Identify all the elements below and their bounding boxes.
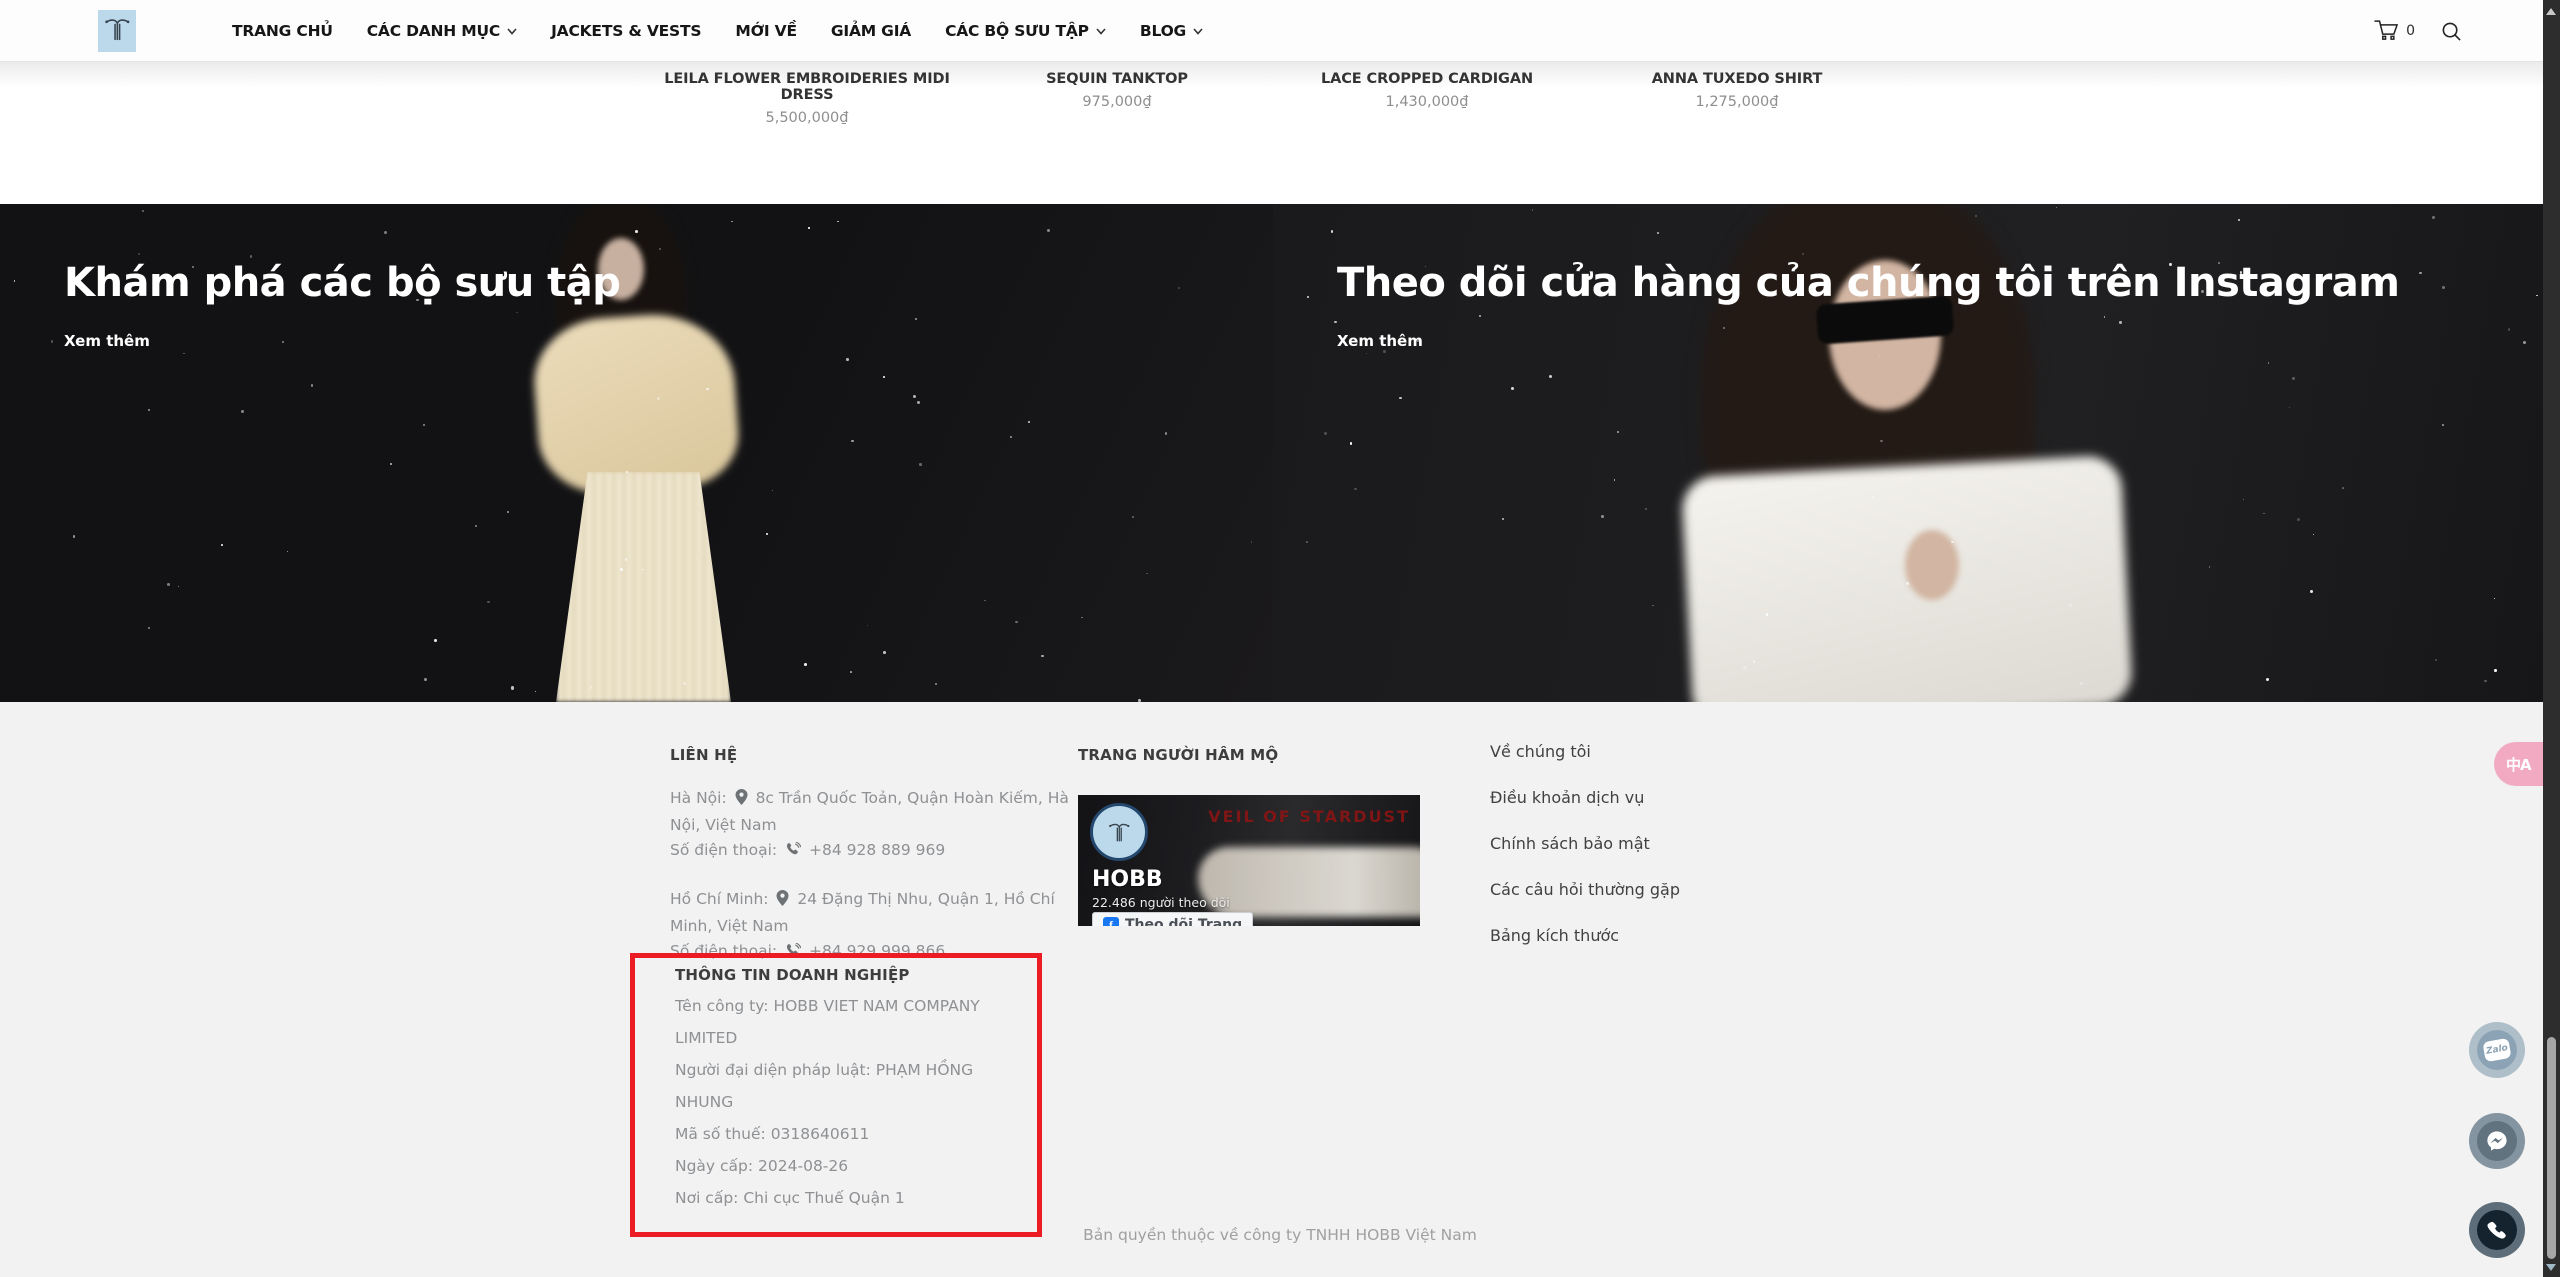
fanpage-name: HOBB	[1092, 867, 1163, 892]
phone-call-button[interactable]	[2469, 1202, 2525, 1258]
product-name-link[interactable]: LACE CROPPED CARDIGAN	[1272, 71, 1582, 87]
footer-contact-column: LIÊN HỆ Hà Nội: 8c Trần Quốc Toản, Quận …	[670, 746, 1070, 966]
fanpage-cover-text: VEIL OF STARDUST	[1208, 807, 1410, 826]
chevron-down-icon	[1193, 28, 1203, 35]
banner-title: Khám phá các bộ sưu tập	[64, 260, 620, 306]
see-more-link[interactable]: Xem thêm	[64, 332, 150, 350]
header: TRANG CHỦ CÁC DANH MỤC JACKETS & VESTS M…	[0, 0, 2560, 62]
business-info-box: THÔNG TIN DOANH NGHIỆP Tên công ty: HOBB…	[630, 953, 1042, 1237]
fanpage-followers: 22.486 người theo dõi	[1092, 895, 1230, 910]
page: TRANG CHỦ CÁC DANH MỤC JACKETS & VESTS M…	[0, 0, 2560, 1277]
product-price: 1,275,000₫	[1582, 94, 1892, 110]
messenger-chat-button[interactable]	[2469, 1113, 2525, 1169]
product-price: 5,500,000₫	[652, 110, 962, 126]
translate-icon: 中A	[2506, 754, 2531, 775]
follow-page-button[interactable]: f Theo dõi Trang	[1092, 912, 1253, 926]
scrollbar-down-arrow[interactable]	[2546, 1264, 2556, 1271]
product-strip: LEILA FLOWER EMBROIDERIES MIDI DRESS 5,5…	[0, 62, 2560, 204]
product-price: 975,000₫	[962, 94, 1272, 110]
fanpage-avatar	[1090, 803, 1148, 861]
nav-item-moi-ve[interactable]: MỚI VỀ	[735, 22, 797, 40]
search-button[interactable]	[2441, 21, 2462, 42]
product-price: 1,430,000₫	[1272, 94, 1582, 110]
link-terms-of-service[interactable]: Điều khoản dịch vụ	[1490, 788, 1680, 807]
header-actions: 0	[2373, 0, 2462, 62]
business-tax-code: Mã số thuế: 0318640611	[675, 1118, 1031, 1150]
nav-item-cac-danh-muc[interactable]: CÁC DANH MỤC	[367, 22, 517, 40]
product-card: LACE CROPPED CARDIGAN 1,430,000₫	[1272, 71, 1582, 126]
product-name-link[interactable]: ANNA TUXEDO SHIRT	[1582, 71, 1892, 87]
logo-icon	[1108, 819, 1130, 845]
product-card: LEILA FLOWER EMBROIDERIES MIDI DRESS 5,5…	[652, 71, 962, 126]
facebook-page-widget[interactable]: VEIL OF STARDUST HOBB 22.486 người theo …	[1078, 795, 1420, 926]
product-name-link[interactable]: SEQUIN TANKTOP	[962, 71, 1272, 87]
contact-heading: LIÊN HỆ	[670, 746, 1070, 764]
business-issue-place: Nơi cấp: Chi cục Thuế Quận 1	[675, 1182, 1031, 1214]
location-pin-icon	[776, 889, 789, 914]
messenger-icon	[2485, 1129, 2509, 1153]
facebook-icon: f	[1103, 917, 1119, 926]
instagram-banner[interactable]: Theo dõi cửa hàng của chúng tôi trên Ins…	[1273, 204, 2560, 702]
phone-icon	[785, 840, 801, 865]
contact-block-hanoi: Hà Nội: 8c Trần Quốc Toản, Quận Hoàn Kiế…	[670, 786, 1070, 865]
product-card: ANNA TUXEDO SHIRT 1,275,000₫	[1582, 71, 1892, 126]
chevron-down-icon	[1096, 28, 1106, 35]
zalo-icon: Zalo	[2482, 1038, 2511, 1062]
product-grid: LEILA FLOWER EMBROIDERIES MIDI DRESS 5,5…	[652, 71, 1892, 126]
cart-icon	[2373, 17, 2399, 45]
link-faq[interactable]: Các câu hỏi thường gặp	[1490, 880, 1680, 899]
footer-links-column: Về chúng tôi Điều khoản dịch vụ Chính sá…	[1490, 742, 1680, 972]
nav-item-blog[interactable]: BLOG	[1140, 22, 1203, 40]
business-issue-date: Ngày cấp: 2024-08-26	[675, 1150, 1031, 1182]
zalo-chat-button[interactable]: Zalo	[2469, 1022, 2525, 1078]
see-more-link[interactable]: Xem thêm	[1337, 332, 1423, 350]
business-company-name: Tên công ty: HOBB VIET NAM COMPANY LIMIT…	[675, 990, 1031, 1054]
link-about-us[interactable]: Về chúng tôi	[1490, 742, 1680, 761]
product-name-link[interactable]: LEILA FLOWER EMBROIDERIES MIDI DRESS	[652, 71, 962, 103]
cart-count: 0	[2406, 23, 2415, 39]
location-pin-icon	[735, 788, 748, 813]
chevron-down-icon	[507, 28, 517, 35]
main-nav: TRANG CHỦ CÁC DANH MỤC JACKETS & VESTS M…	[232, 0, 1203, 62]
copyright-text: Bản quyền thuộc về công ty TNHH HOBB Việ…	[0, 1226, 2560, 1244]
business-representative: Người đại diện pháp luật: PHẠM HỒNG NHUN…	[675, 1054, 1031, 1118]
nav-item-trang-chu[interactable]: TRANG CHỦ	[232, 22, 333, 40]
collections-banner[interactable]: Khám phá các bộ sưu tập Xem thêm	[0, 204, 1273, 702]
logo-icon	[104, 14, 130, 48]
cart-button[interactable]: 0	[2373, 17, 2415, 45]
footer-fanpage-column: TRANG NGƯỜI HÂM MỘ VEIL OF STARDUST HOBB…	[1078, 746, 1420, 926]
search-icon	[2441, 21, 2462, 42]
link-size-chart[interactable]: Bảng kích thước	[1490, 926, 1680, 945]
fanpage-heading: TRANG NGƯỜI HÂM MỘ	[1078, 746, 1420, 764]
link-privacy-policy[interactable]: Chính sách bảo mật	[1490, 834, 1680, 853]
logo[interactable]	[98, 10, 136, 52]
fanpage-cover-image	[1198, 847, 1420, 917]
scrollbar-up-arrow[interactable]	[2546, 8, 2556, 15]
banner-title: Theo dõi cửa hàng của chúng tôi trên Ins…	[1337, 260, 2399, 306]
scrollbar[interactable]	[2543, 0, 2560, 1277]
footer: LIÊN HỆ Hà Nội: 8c Trần Quốc Toản, Quận …	[0, 702, 2560, 1277]
scrollbar-thumb[interactable]	[2547, 1037, 2556, 1259]
product-card: SEQUIN TANKTOP 975,000₫	[962, 71, 1272, 126]
nav-item-giam-gia[interactable]: GIẢM GIÁ	[831, 22, 911, 40]
promo-banners: Khám phá các bộ sưu tập Xem thêm Theo dõ…	[0, 204, 2560, 702]
phone-call-icon	[2487, 1220, 2507, 1240]
nav-item-cac-bo-suu-tap[interactable]: CÁC BỘ SƯU TẬP	[945, 22, 1106, 40]
business-info-heading: THÔNG TIN DOANH NGHIỆP	[675, 966, 1031, 984]
nav-item-jackets-vests[interactable]: JACKETS & VESTS	[551, 22, 701, 40]
